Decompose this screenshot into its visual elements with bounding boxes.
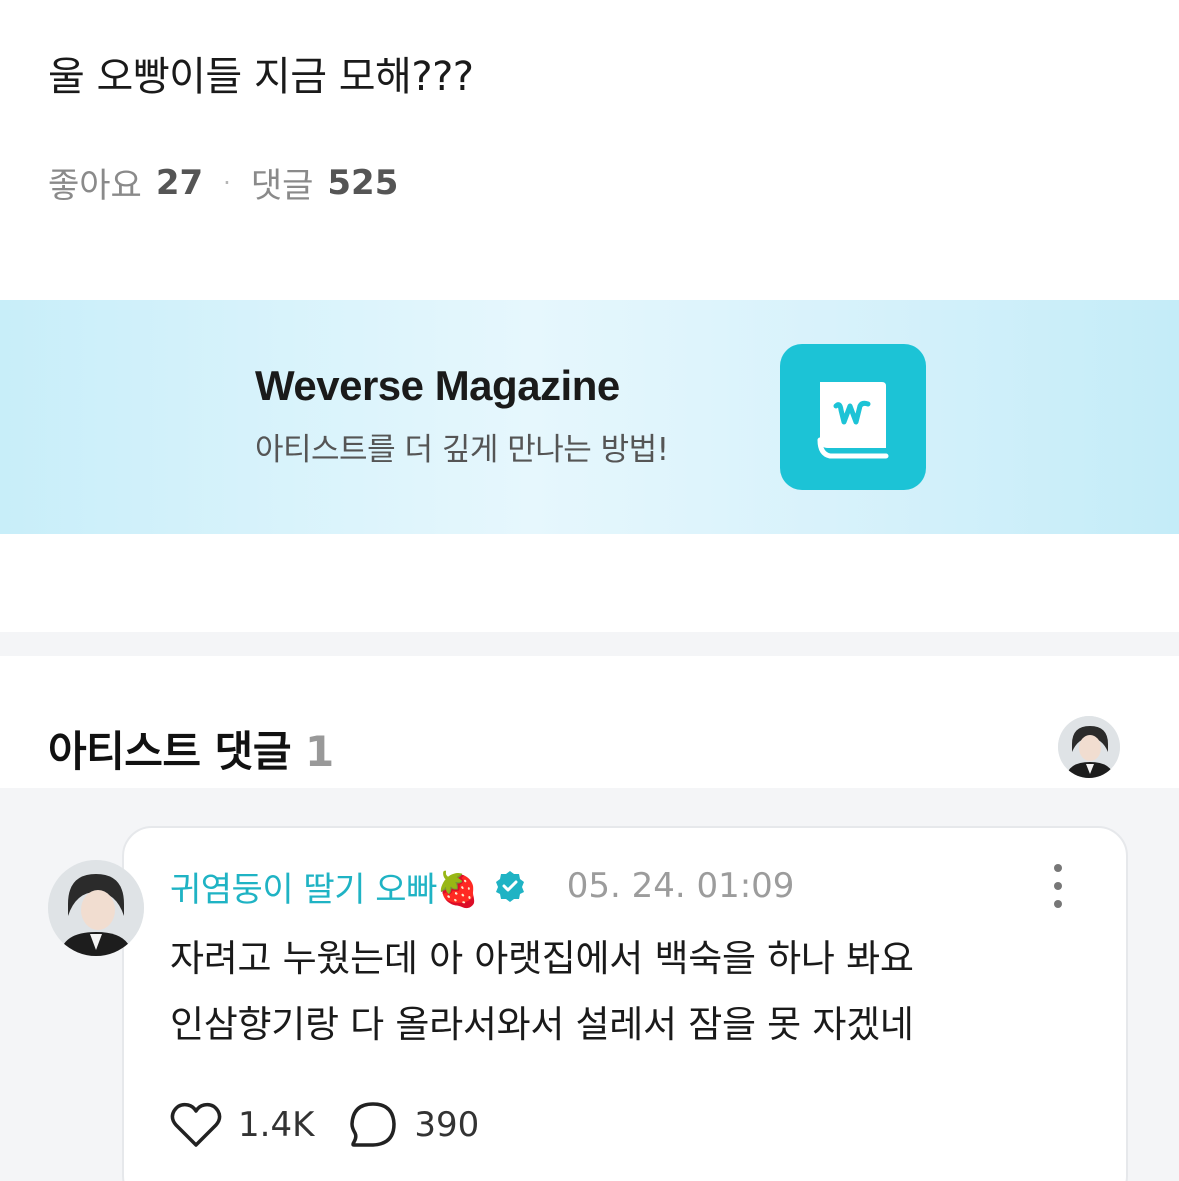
comments-count[interactable]: 525 [327, 163, 398, 203]
comment-header: 귀염둥이 딸기 오빠🍓 05. 24. 01:09 [170, 862, 794, 910]
comment-bubble-icon [350, 1102, 397, 1147]
post-stats: 좋아요 27 · 댓글 525 [48, 158, 398, 207]
artist-comments-count: 1 [304, 727, 334, 776]
artist-comments-title: 아티스트 댓글 [48, 727, 291, 776]
more-vertical-icon[interactable] [1046, 864, 1070, 908]
comment-timestamp: 05. 24. 01:09 [566, 866, 795, 906]
likes-label: 좋아요 [48, 166, 142, 206]
weverse-magazine-banner[interactable] [0, 300, 1179, 534]
like-count: 1.4K [238, 1105, 315, 1145]
reply-button[interactable]: 390 [348, 1100, 479, 1150]
artist-comments-header: 아티스트 댓글 1 [48, 718, 334, 779]
banner-title: Weverse Magazine [255, 362, 620, 409]
stats-separator: · [223, 168, 231, 197]
section-divider [0, 632, 1179, 656]
comment-author-name[interactable]: 귀염둥이 딸기 오빠🍓 [170, 862, 479, 911]
comment-line: 인삼향기랑 다 올라서와서 설레서 잠을 못 자겠네 [170, 1003, 914, 1046]
post-detail-page: 울 오빵이들 지금 모해??? 좋아요 27 · 댓글 525 Weverse … [0, 0, 1179, 1181]
comments-label: 댓글 [250, 166, 314, 206]
reply-count: 390 [414, 1105, 480, 1145]
weverse-book-icon [780, 344, 926, 490]
comment-line: 자려고 누웠는데 아 아랫집에서 백숙을 하나 봐요 [170, 937, 914, 980]
heart-icon [170, 1102, 222, 1147]
comment-text: 자려고 누웠는데 아 아랫집에서 백숙을 하나 봐요 인삼향기랑 다 올라서와서… [170, 926, 1070, 1058]
like-button[interactable]: 1.4K [170, 1101, 314, 1149]
verified-badge-icon [495, 871, 524, 902]
likes-count[interactable]: 27 [156, 163, 203, 203]
comment-actions: 1.4K 390 [170, 1100, 479, 1150]
comment-author-avatar[interactable] [48, 860, 144, 956]
post-title: 울 오빵이들 지금 모해??? [48, 54, 474, 100]
artist-avatar[interactable] [1058, 716, 1120, 778]
banner-subtitle: 아티스트를 더 깊게 만나는 방법! [255, 432, 669, 468]
